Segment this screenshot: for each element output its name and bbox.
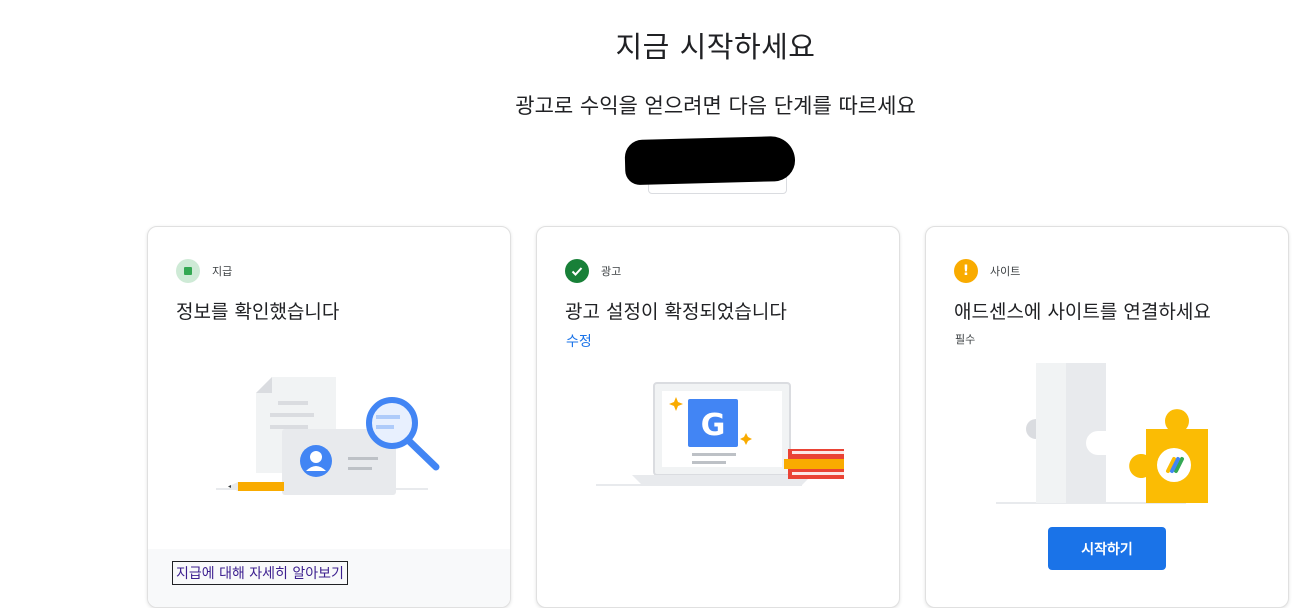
- card-header: 지급: [176, 259, 232, 283]
- redaction-mark: [624, 135, 796, 186]
- card-category: 사이트: [990, 265, 1021, 278]
- warning-icon: !: [954, 259, 978, 283]
- edit-link[interactable]: 수정: [566, 331, 592, 351]
- card-title: 애드센스에 사이트를 연결하세요: [954, 301, 1211, 323]
- sites-card: ! 사이트 애드센스에 사이트를 연결하세요 필수 시작하기: [925, 226, 1289, 608]
- get-started-button[interactable]: 시작하기: [1048, 527, 1166, 570]
- payment-info-illustration: [216, 377, 440, 495]
- card-title: 정보를 확인했습니다: [176, 301, 340, 323]
- card-header: ! 사이트: [954, 259, 1020, 283]
- check-icon: [565, 259, 589, 283]
- required-label: 필수: [955, 333, 976, 346]
- status-done-icon: [176, 259, 200, 283]
- payments-card: 지급 정보를 확인했습니다 지급에 대해 자세히 알아보기: [147, 226, 511, 608]
- page-title: 지금 시작하세요: [615, 30, 816, 64]
- card-category: 광고: [601, 265, 622, 278]
- learn-more-link[interactable]: 지급에 대해 자세히 알아보기: [172, 561, 348, 585]
- card-category: 지급: [212, 265, 233, 278]
- card-footer: 지급에 대해 자세히 알아보기: [148, 549, 510, 607]
- account-chip[interactable]: [624, 135, 796, 194]
- google-g-letter: G: [701, 408, 726, 443]
- site-connect-illustration: [996, 363, 1208, 504]
- card-title: 광고 설정이 확정되었습니다: [565, 301, 787, 323]
- ads-card: 광고 광고 설정이 확정되었습니다 수정 G: [536, 226, 900, 608]
- ad-settings-illustration: G: [596, 382, 844, 486]
- page-subtitle: 광고로 수익을 얻으려면 다음 단계를 따르세요: [515, 94, 916, 118]
- card-header: 광고: [565, 259, 621, 283]
